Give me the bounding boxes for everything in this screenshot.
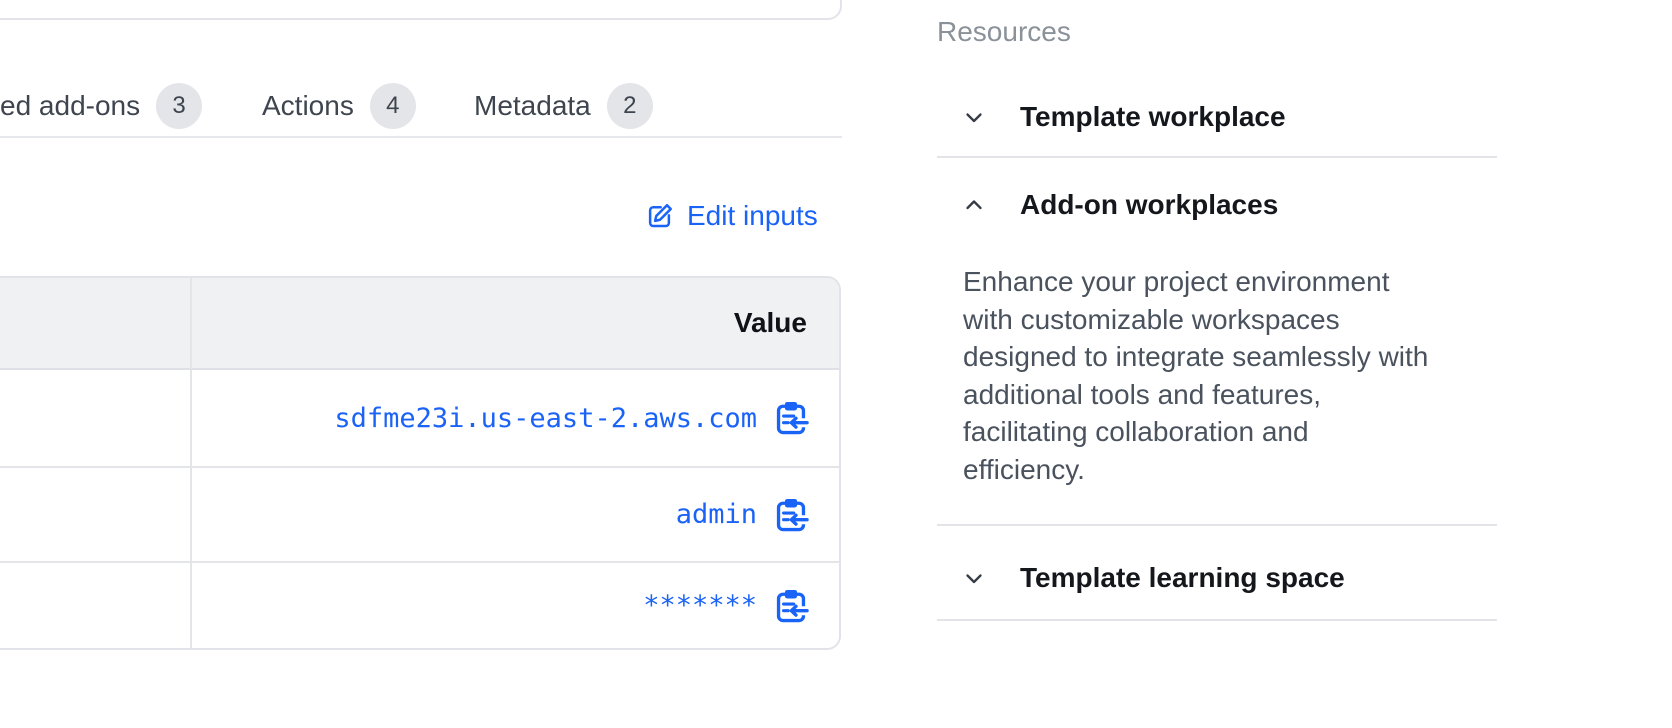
- tab-installed-add-ons[interactable]: ed add-ons 3: [0, 83, 202, 129]
- truncated-top-card: [0, 0, 842, 20]
- value-column-header: Value: [734, 307, 807, 339]
- value-text: *******: [643, 590, 757, 621]
- tabs-divider: [0, 136, 842, 138]
- tab-count-badge: 3: [156, 83, 202, 129]
- section-template-learning-space[interactable]: Template learning space: [937, 557, 1497, 599]
- section-add-on-workplaces[interactable]: Add-on workplaces: [937, 184, 1497, 226]
- section-divider: [937, 156, 1497, 158]
- table-name-cell: [0, 370, 192, 468]
- table-name-cell: [0, 468, 192, 563]
- page: ed add-ons 3 Actions 4 Metadata 2 Edit i…: [0, 0, 1672, 728]
- resources-panel: Resources Template workplace Add-on work…: [937, 0, 1497, 728]
- tab-label: Metadata: [474, 90, 591, 122]
- resources-panel-title: Resources: [937, 16, 1071, 48]
- inputs-table: Value sdfme23i.us-east-2.aws.com: [0, 276, 841, 650]
- tab-count-badge: 4: [370, 83, 416, 129]
- table-row: sdfme23i.us-east-2.aws.com: [192, 370, 839, 468]
- edit-inputs-button[interactable]: Edit inputs: [645, 198, 818, 234]
- copy-value-button[interactable]: [773, 400, 809, 436]
- section-title: Template workplace: [1020, 101, 1286, 133]
- copy-value-button[interactable]: [773, 588, 809, 624]
- section-divider: [937, 619, 1497, 621]
- value-text: sdfme23i.us-east-2.aws.com: [334, 403, 757, 434]
- tab-metadata[interactable]: Metadata 2: [474, 83, 653, 129]
- edit-inputs-label: Edit inputs: [687, 200, 818, 232]
- table-row: admin: [192, 468, 839, 563]
- chevron-down-icon: [962, 566, 986, 590]
- section-title: Add-on workplaces: [1020, 189, 1278, 221]
- tab-label: Actions: [262, 90, 354, 122]
- tab-count-badge: 2: [607, 83, 653, 129]
- section-template-workplace[interactable]: Template workplace: [937, 96, 1497, 138]
- edit-pencil-icon: [645, 201, 675, 231]
- section-description: Enhance your project environment with cu…: [963, 263, 1493, 489]
- table-row: *******: [192, 563, 839, 648]
- table-header-value-cell: Value: [192, 278, 839, 370]
- chevron-up-icon: [962, 193, 986, 217]
- copy-value-button[interactable]: [773, 497, 809, 533]
- table-name-cell: [0, 563, 192, 648]
- chevron-down-icon: [962, 105, 986, 129]
- table-header-name-cell: [0, 278, 192, 370]
- section-divider: [937, 524, 1497, 526]
- tab-label: ed add-ons: [0, 90, 140, 122]
- value-text: admin: [676, 499, 757, 530]
- tab-actions[interactable]: Actions 4: [262, 83, 416, 129]
- section-title: Template learning space: [1020, 562, 1345, 594]
